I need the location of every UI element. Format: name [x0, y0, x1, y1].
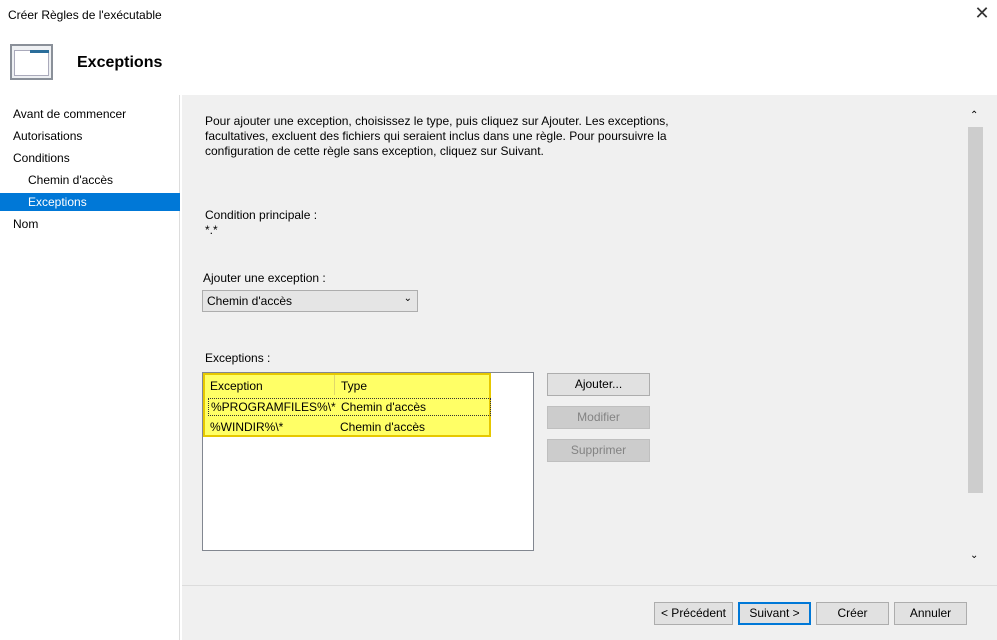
next-button[interactable]: Suivant > — [738, 602, 811, 625]
highlight-box: Exception Type %PROGRAMFILES%\* Chemin d… — [203, 373, 491, 437]
sidebar-item-autorisations[interactable]: Autorisations — [0, 127, 180, 145]
table-row[interactable]: %WINDIR%\* Chemin d'accès — [208, 418, 491, 436]
sidebar: Avant de commencer Autorisations Conditi… — [0, 95, 180, 640]
scroll-down-icon[interactable]: ⌄ — [970, 550, 978, 561]
sidebar-item-exceptions[interactable]: Exceptions — [0, 193, 180, 211]
cancel-button[interactable]: Annuler — [894, 602, 967, 625]
row-type: Chemin d'accès — [340, 420, 425, 434]
sidebar-item-conditions[interactable]: Conditions — [0, 149, 180, 167]
sidebar-item-nom[interactable]: Nom — [0, 215, 180, 233]
select-value: Chemin d'accès — [207, 294, 292, 308]
main-panel — [182, 95, 997, 640]
modify-button[interactable]: Modifier — [547, 406, 650, 429]
add-button[interactable]: Ajouter... — [547, 373, 650, 396]
footer-divider — [182, 585, 997, 586]
intro-line-1: Pour ajouter une exception, choisissez l… — [205, 114, 669, 128]
previous-button[interactable]: < Précédent — [654, 602, 733, 625]
wizard-icon — [10, 44, 53, 80]
sidebar-item-avant[interactable]: Avant de commencer — [0, 105, 180, 123]
exception-type-select[interactable]: Chemin d'accès ⌄ — [202, 290, 418, 312]
row-exception: %WINDIR%\* — [210, 420, 284, 434]
close-icon[interactable]: ✕ — [970, 3, 994, 24]
table-row[interactable]: %PROGRAMFILES%\* Chemin d'accès — [208, 398, 491, 416]
row-exception: %PROGRAMFILES%\* — [211, 400, 336, 414]
condition-value: *.* — [205, 223, 218, 237]
scroll-up-icon[interactable]: ⌃ — [970, 110, 978, 121]
exceptions-label: Exceptions : — [205, 351, 271, 365]
chevron-down-icon: ⌄ — [403, 293, 412, 304]
column-header-type[interactable]: Type — [341, 378, 367, 394]
scrollbar-thumb[interactable] — [968, 127, 983, 493]
intro-line-2: facultatives, excluent des fichiers qui … — [205, 129, 667, 143]
sidebar-item-chemin[interactable]: Chemin d'accès — [0, 171, 180, 189]
intro-line-3: configuration de cette règle sans except… — [205, 144, 544, 158]
condition-label: Condition principale : — [205, 208, 318, 222]
row-type: Chemin d'accès — [341, 400, 426, 414]
page-title: Exceptions — [77, 54, 163, 71]
window-title: Créer Règles de l'exécutable — [8, 8, 162, 22]
delete-button[interactable]: Supprimer — [547, 439, 650, 462]
create-button[interactable]: Créer — [816, 602, 889, 625]
add-exception-label: Ajouter une exception : — [203, 271, 326, 285]
column-header-exception[interactable]: Exception — [210, 378, 263, 394]
